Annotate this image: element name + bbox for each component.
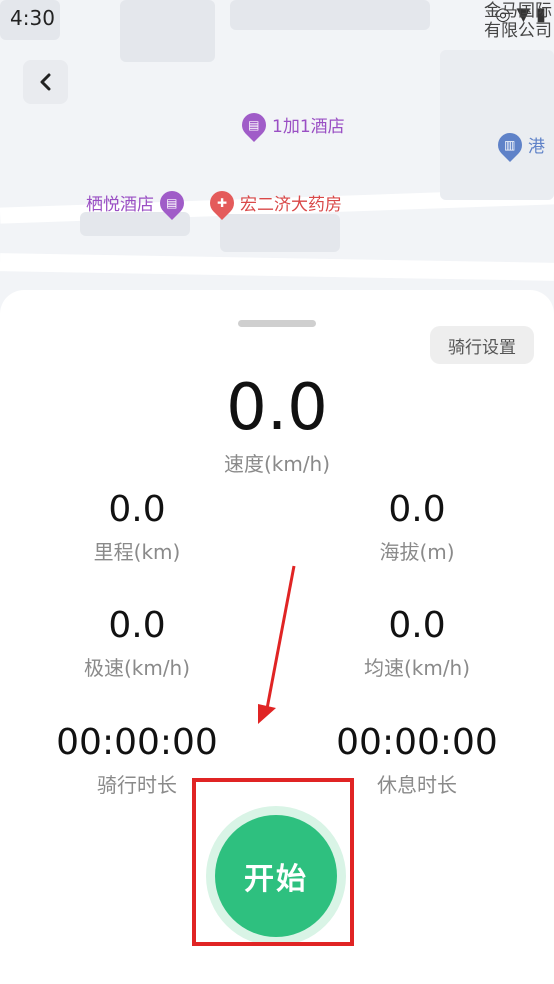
annotation-arrow: [258, 565, 296, 724]
